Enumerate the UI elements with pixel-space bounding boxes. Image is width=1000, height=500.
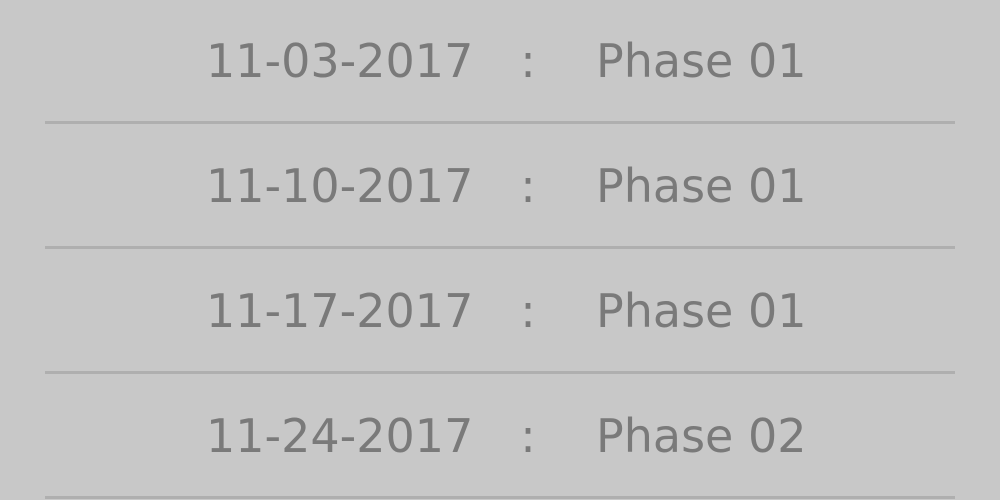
phase-label: Phase 01 [596, 284, 807, 338]
date-label: 11-24-2017 [206, 409, 474, 463]
phase-label: Phase 01 [596, 34, 807, 88]
list-item[interactable]: 11-10-2017 : Phase 01 [0, 125, 1000, 247]
list-item[interactable]: 11-03-2017 : Phase 01 [0, 0, 1000, 122]
list-item[interactable]: 11-24-2017 : Phase 02 [0, 375, 1000, 497]
phase-label: Phase 02 [596, 409, 807, 463]
list-item[interactable]: 11-17-2017 : Phase 01 [0, 250, 1000, 372]
date-label: 11-17-2017 [206, 284, 474, 338]
row-divider [45, 246, 955, 249]
date-label: 11-03-2017 [206, 34, 474, 88]
row-divider [45, 121, 955, 124]
phase-label: Phase 01 [596, 159, 807, 213]
separator-colon: : [520, 284, 536, 338]
schedule-list: 11-03-2017 : Phase 01 11-10-2017 : Phase… [0, 0, 1000, 500]
row-divider [45, 371, 955, 374]
separator-colon: : [520, 34, 536, 88]
separator-colon: : [520, 159, 536, 213]
separator-colon: : [520, 409, 536, 463]
row-divider [45, 496, 955, 499]
date-label: 11-10-2017 [206, 159, 474, 213]
